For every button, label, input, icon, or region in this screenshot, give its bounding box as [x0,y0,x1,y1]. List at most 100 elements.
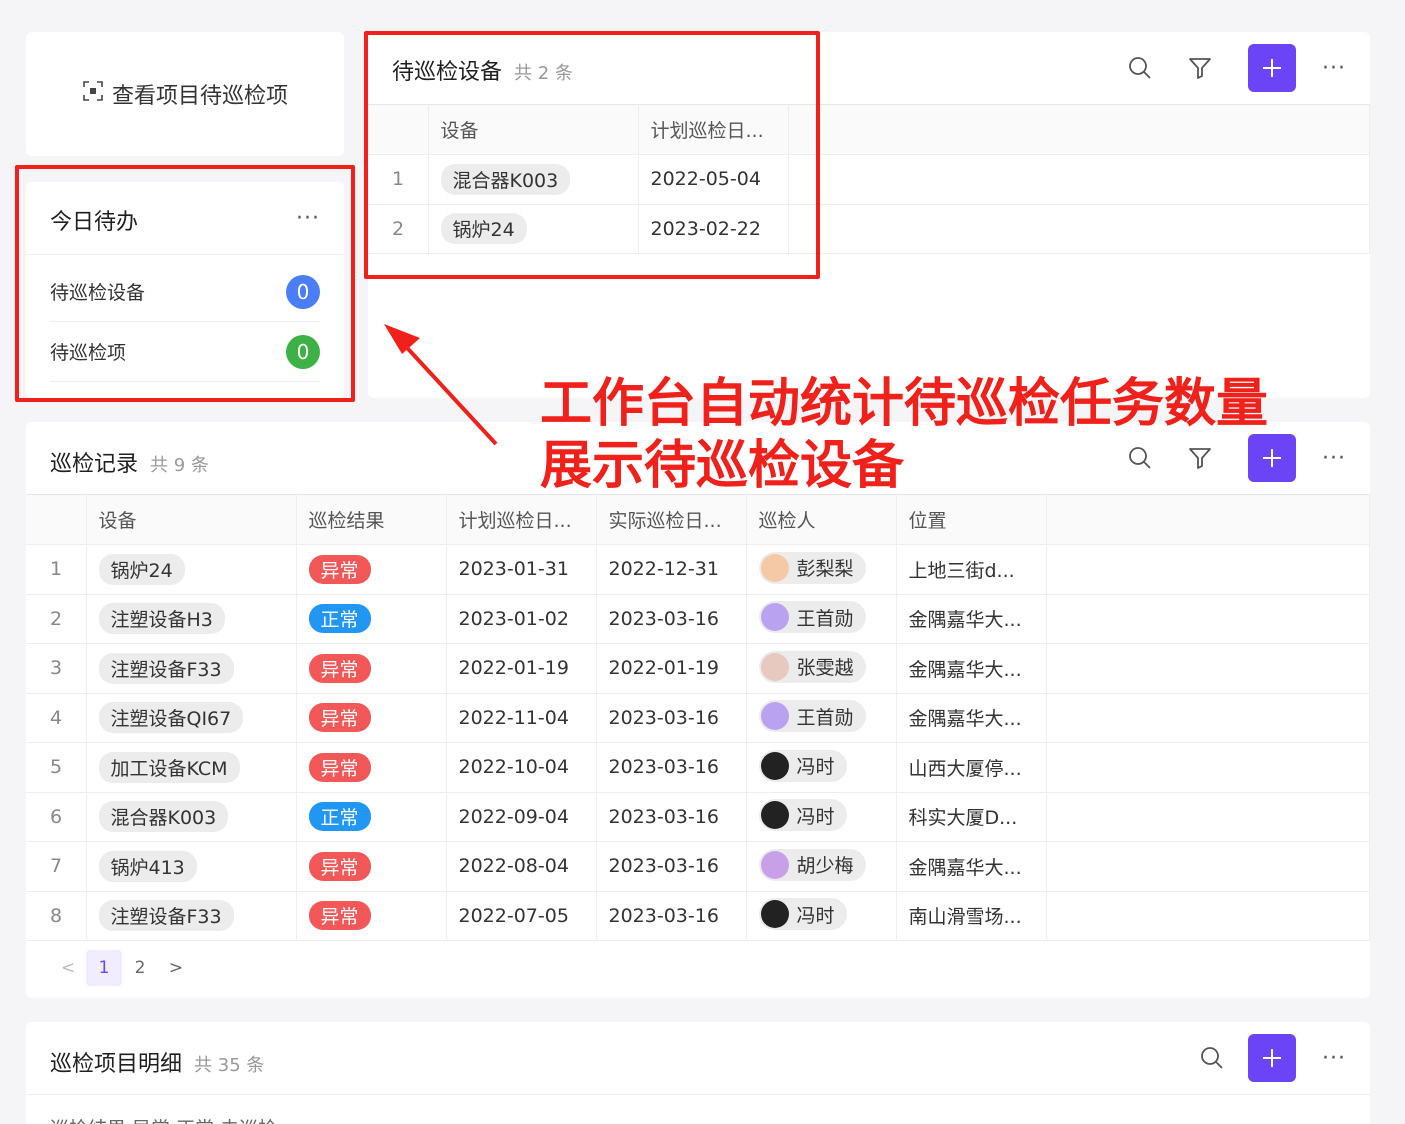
column-header[interactable]: 设备 [428,104,639,155]
record-count: 共 2 条 [514,63,573,84]
avatar [760,751,789,780]
avatar [760,553,789,582]
device-pill[interactable]: 注塑设备QI67 [98,702,244,734]
result-filter[interactable]: 巡检结果 异常 正常 未巡检 [50,1114,277,1124]
card-title-text: 巡检项目明细 [50,1052,183,1077]
result-tag: 异常 [308,901,371,931]
todo-count-badge: 0 [286,274,320,309]
column-header-empty [1046,494,1370,545]
column-header[interactable]: 设备 [86,494,297,545]
todo-item-pending-devices[interactable]: 待巡检设备 0 [50,262,320,322]
avatar [760,801,789,830]
inspector-chip[interactable]: 彭梨梨 [758,551,866,584]
table-header: 设备 巡检结果 计划巡检日... 实际巡检日... 巡检人 位置 [26,494,1370,545]
card-title: 巡检项目明细共 35 条 [50,1046,264,1078]
location: 上地三街d... [896,544,1047,595]
device-pill[interactable]: 注塑设备H3 [98,603,225,635]
table-row[interactable]: 2 锅炉24 2023-02-22 [368,204,1370,254]
row-index: 2 [26,594,87,644]
column-header[interactable]: 实际巡检日... [596,494,747,545]
more-icon[interactable]: ··· [1322,1048,1346,1070]
device-pill[interactable]: 注塑设备F33 [98,652,234,684]
pagination: < 1 2 > [50,950,194,986]
more-icon[interactable]: ··· [1322,448,1346,470]
table-row[interactable]: 6 混合器K003 正常 2022-09-04 2023-03-16 冯时 科实大厦D... [26,792,1370,842]
inspector-chip[interactable]: 胡少梅 [758,848,866,881]
inspector-name: 王首勋 [796,706,854,729]
table-row[interactable]: 1 锅炉24 异常 2023-01-31 2022-12-31 彭梨梨 上地三街d... [26,544,1370,595]
table-row[interactable]: 1 混合器K003 2022-05-04 [368,154,1370,205]
add-button[interactable] [1248,434,1296,482]
more-icon[interactable]: ··· [1322,58,1346,80]
search-icon[interactable] [1116,434,1164,482]
inspector-chip[interactable]: 王首勋 [758,601,866,634]
plus-icon [1263,1049,1281,1067]
column-header[interactable]: 计划巡检日... [446,494,597,545]
inspector-name: 冯时 [796,904,835,927]
result-tag: 异常 [308,554,371,584]
inspector-chip[interactable]: 王首勋 [758,700,866,733]
row-index: 4 [26,693,87,743]
inspector-chip[interactable]: 张雯越 [758,650,866,683]
prev-page-button[interactable]: < [50,950,86,986]
device-pill[interactable]: 锅炉24 [98,553,185,585]
table-row[interactable]: 8 注塑设备F33 异常 2022-07-05 2023-03-16 冯时 南山滑雪场... [26,891,1370,941]
table-row[interactable]: 5 加工设备KCM 异常 2022-10-04 2023-03-16 冯时 山西大厦停... [26,742,1370,793]
filter-icon[interactable] [1176,434,1224,482]
device-pill[interactable]: 混合器K003 [440,163,571,195]
inspector-chip[interactable]: 冯时 [758,799,847,832]
result-tag: 异常 [308,703,371,733]
result-tag: 异常 [308,653,371,683]
result-tag: 正常 [308,802,371,832]
plan-date: 2022-01-19 [446,643,597,694]
device-pill[interactable]: 锅炉413 [98,850,197,882]
filter-icon[interactable] [1176,44,1224,92]
plus-icon [1263,59,1281,77]
avatar [760,900,789,929]
search-icon[interactable] [1116,44,1164,92]
avatar [760,652,789,681]
column-header[interactable]: 巡检人 [746,494,897,545]
column-header[interactable]: 位置 [896,494,1047,545]
annotation-text-line2: 展示待巡检设备 [540,436,905,496]
table-row[interactable]: 4 注塑设备QI67 异常 2022-11-04 2023-03-16 王首勋 金隅嘉华大.… [26,693,1370,743]
next-page-button[interactable]: > [158,950,194,986]
annotation-text-line1: 工作台自动统计待巡检任务数量 [540,374,1269,434]
inspector-name: 王首勋 [796,607,854,630]
column-header[interactable]: 巡检结果 [296,494,447,545]
location: 金隅嘉华大... [896,841,1047,892]
row-index: 7 [26,841,87,892]
quick-entry-card[interactable]: 查看项目待巡检项 [26,32,344,156]
pending-devices-card: 待巡检设备共 2 条 ··· 设备 计划巡检日... 1 混合器K003 202… [368,32,1370,398]
add-button[interactable] [1248,1034,1296,1082]
plan-date: 2022-09-04 [446,792,597,842]
page-button-1[interactable]: 1 [86,950,122,986]
device-pill[interactable]: 混合器K003 [98,801,229,833]
plan-date: 2022-07-05 [446,891,597,941]
todo-item-pending-items[interactable]: 待巡检项 0 [50,322,320,382]
actual-date: 2023-03-16 [596,594,747,644]
inspector-chip[interactable]: 冯时 [758,898,847,931]
device-pill[interactable]: 注塑设备F33 [98,900,234,932]
annotation-arrow [384,324,498,446]
more-icon[interactable]: ··· [296,208,320,230]
device-pill[interactable]: 加工设备KCM [98,751,240,783]
card-title: 待巡检设备共 2 条 [392,54,573,86]
todo-item-label: 待巡检项 [50,342,127,364]
location: 科实大厦D... [896,792,1047,842]
column-header[interactable]: 计划巡检日... [638,104,789,155]
todo-count-badge: 0 [286,334,320,369]
page-button-2[interactable]: 2 [122,950,158,986]
table-row[interactable]: 3 注塑设备F33 异常 2022-01-19 2022-01-19 张雯越 金隅嘉华大..… [26,643,1370,694]
table-row[interactable]: 2 注塑设备H3 正常 2023-01-02 2023-03-16 王首勋 金隅嘉华大... [26,594,1370,644]
device-pill[interactable]: 锅炉24 [440,213,527,245]
plan-date: 2022-05-04 [638,154,789,205]
todo-item-label: 待巡检设备 [50,282,146,304]
search-icon[interactable] [1188,1034,1236,1082]
inspector-chip[interactable]: 冯时 [758,749,847,782]
table-row[interactable]: 7 锅炉413 异常 2022-08-04 2023-03-16 胡少梅 金隅嘉华大... [26,841,1370,892]
row-index: 8 [26,891,87,941]
pending-devices-table: 设备 计划巡检日... 1 混合器K003 2022-05-04 2 锅炉24 … [368,104,1370,254]
plan-date: 2023-01-31 [446,544,597,595]
add-button[interactable] [1248,44,1296,92]
